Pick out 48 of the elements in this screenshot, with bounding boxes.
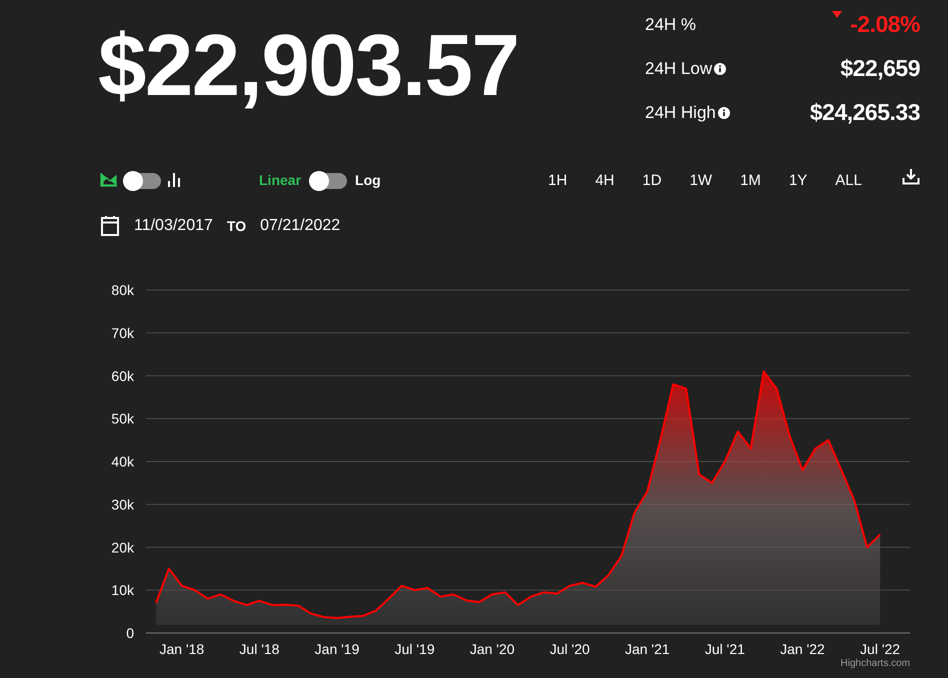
end-date[interactable]: 07/21/2022 [260,216,340,234]
range-tab[interactable]: 1W [680,168,722,192]
axis-label: 70k [111,324,134,341]
toggle-switch[interactable] [309,172,348,188]
axis-label: 50k [111,410,134,427]
axis-label: 20k [111,539,134,556]
axis-label: 0 [126,625,134,641]
axis-label: Jul '20 [550,641,590,657]
stat-label: 24H High [645,102,716,122]
calendar-icon[interactable] [100,215,120,236]
range-tab[interactable]: ALL [826,168,871,192]
axis-label: 60k [111,368,134,384]
date-separator: TO [226,218,246,234]
axis-label: Jan '21 [624,641,670,657]
info-icon[interactable] [718,106,730,118]
scale-label: Linear [259,172,302,188]
info-icon[interactable] [714,62,726,74]
axis-label: Jan '20 [470,641,515,657]
stat-label: 24H Low [645,58,712,78]
triangle-icon [832,11,842,18]
axis-label: Jul '22 [860,641,900,657]
scale-label: Log [355,172,381,188]
stat-value: $24,265.33 [810,99,920,126]
range-tab[interactable]: 1D [633,168,671,192]
stat-value: -2.08% [850,11,920,38]
axis-label: Jul '21 [704,641,745,657]
axis-label: Jul '19 [394,641,435,657]
range-tab[interactable]: 1Y [780,168,816,192]
bar-chart-icon[interactable] [167,173,181,187]
range-tab[interactable]: 1H [539,168,576,192]
download-icon[interactable] [902,168,920,184]
axis-label: 10k [111,582,134,598]
stat-label: 24H % [645,14,696,34]
axis-label: 30k [111,496,134,512]
stat-value: $22,659 [840,55,920,82]
axis-label: Jan '19 [314,641,360,657]
axis-label: 40k [111,454,134,470]
toggle-switch[interactable] [123,172,161,188]
axis-label: Jul '18 [239,641,280,657]
axis-label: Jan '18 [160,641,204,657]
area-chart-icon[interactable] [100,173,117,187]
axis-label: 80k [111,282,134,298]
range-tab[interactable]: 1M [731,168,770,192]
start-date[interactable]: 11/03/2017 [134,216,213,234]
chart-credits[interactable]: Highcharts.com [840,658,910,668]
axis-label: Jan '22 [780,641,825,657]
range-tab[interactable]: 4H [586,168,624,192]
price-value: $22,903.57 [98,18,518,116]
